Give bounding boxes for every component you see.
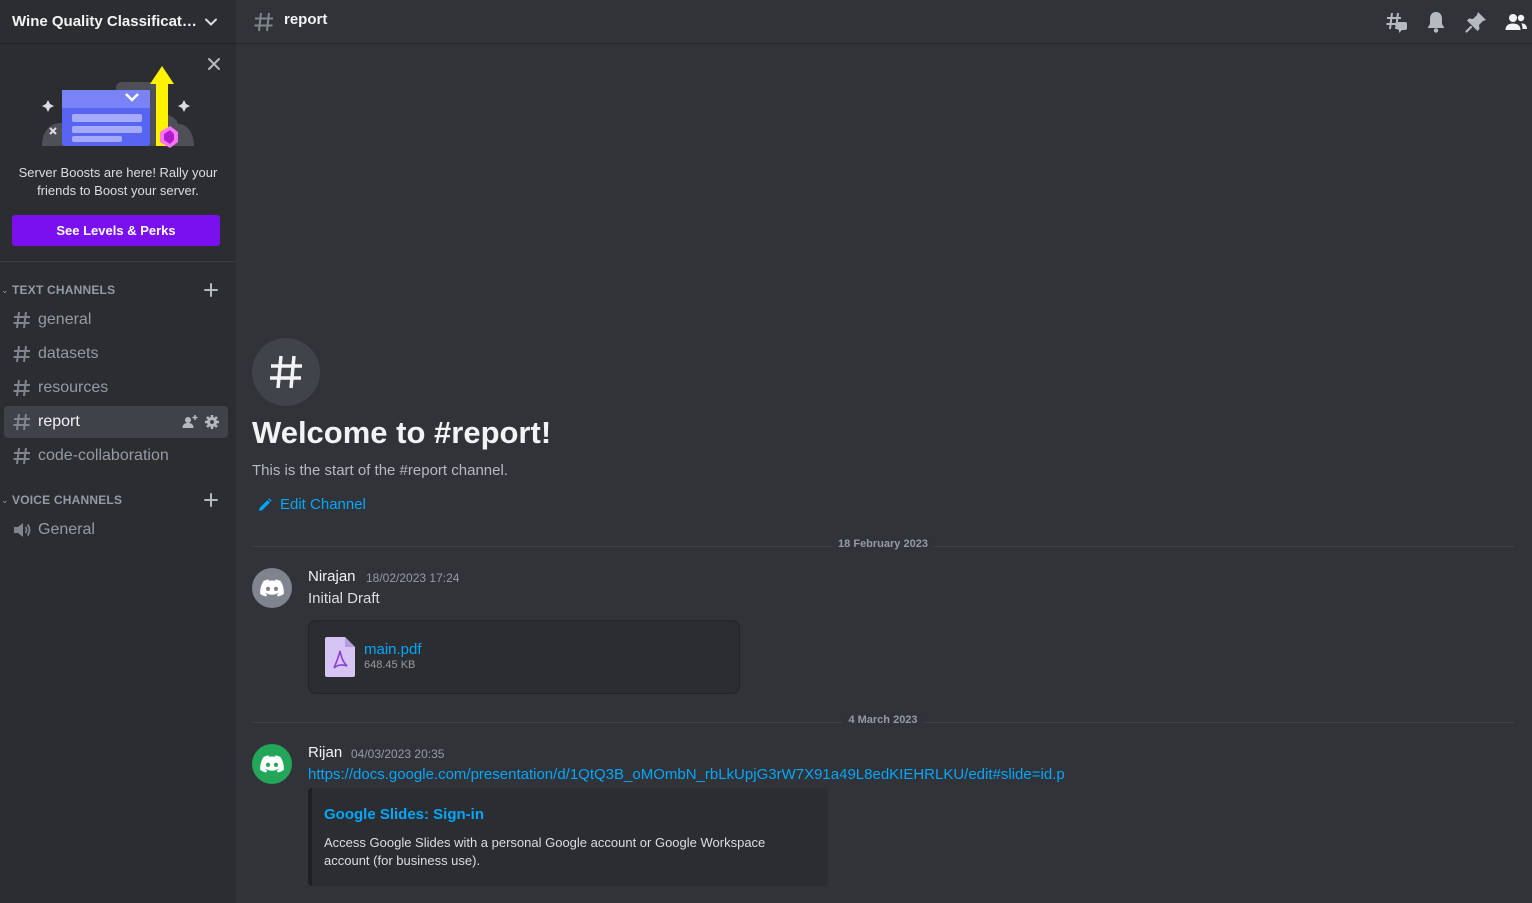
- speaker-icon: [14, 523, 31, 537]
- hashtag-icon: [13, 345, 30, 363]
- channel-label: general: [38, 311, 92, 328]
- message-author[interactable]: Nirajan: [308, 568, 356, 585]
- embed-description: Access Google Slides with a personal Goo…: [324, 835, 766, 868]
- pin-icon[interactable]: [1464, 10, 1488, 34]
- boost-illustration: [42, 66, 194, 148]
- date-divider-label: 18 February 2023: [832, 538, 934, 550]
- edit-channel-label: Edit Channel: [280, 496, 366, 513]
- discord-logo-icon: [260, 579, 284, 597]
- close-icon[interactable]: [206, 56, 222, 72]
- pdf-file-icon: [325, 637, 355, 677]
- category-label: TEXT CHANNELS: [12, 283, 116, 297]
- link-embed: Google Slides: Sign-in Access Google Sli…: [308, 788, 828, 886]
- server-header[interactable]: Wine Quality Classificati...: [0, 0, 236, 44]
- avatar[interactable]: [252, 568, 292, 608]
- hashtag-icon: [13, 447, 30, 465]
- hashtag-icon: [13, 413, 30, 431]
- message-timestamp: 18/02/2023 17:24: [366, 571, 460, 585]
- channel-header: report: [236, 0, 1532, 44]
- chevron-down-icon: ⌄: [1, 495, 9, 505]
- channel-sidebar: Wine Quality Classificati... Server Boos…: [0, 0, 236, 903]
- see-levels-perks-button[interactable]: See Levels & Perks: [12, 215, 220, 246]
- attachment-size: 648.45 KB: [364, 659, 416, 671]
- channel-actions: [182, 414, 220, 430]
- hashtag-icon: [270, 355, 302, 389]
- welcome-subtitle: This is the start of the #report channel…: [252, 462, 508, 479]
- channel-datasets[interactable]: datasets: [4, 338, 228, 370]
- channel-label: General: [38, 521, 95, 538]
- member-list-icon[interactable]: [1504, 10, 1528, 34]
- threads-icon[interactable]: [1384, 10, 1408, 34]
- category-voice-channels[interactable]: ⌄ VOICE CHANNELS: [0, 490, 236, 510]
- embed-title[interactable]: Google Slides: Sign-in: [324, 806, 484, 823]
- hashtag-icon: [13, 379, 30, 397]
- channel-label: report: [38, 413, 80, 430]
- file-attachment: main.pdf 648.45 KB: [308, 620, 740, 694]
- attachment-filename[interactable]: main.pdf: [364, 641, 422, 658]
- pencil-icon: [259, 497, 272, 511]
- channel-welcome-icon: [252, 338, 320, 406]
- add-channel-icon[interactable]: [203, 492, 219, 508]
- add-channel-icon[interactable]: [203, 282, 219, 298]
- channel-code-collaboration[interactable]: code-collaboration: [4, 440, 228, 472]
- invite-user-icon[interactable]: [182, 414, 198, 430]
- message-timestamp: 04/03/2023 20:35: [351, 747, 445, 761]
- bell-icon[interactable]: [1424, 10, 1448, 34]
- hashtag-icon: [254, 12, 273, 32]
- channel-resources[interactable]: resources: [4, 372, 228, 404]
- channel-label: code-collaboration: [38, 447, 169, 464]
- date-divider: 4 March 2023: [252, 714, 1514, 726]
- chevron-down-icon: [205, 18, 217, 26]
- category-label: VOICE CHANNELS: [12, 493, 123, 507]
- boost-description: Server Boosts are here! Rally your frien…: [18, 165, 218, 198]
- category-text-channels[interactable]: ⌄ TEXT CHANNELS: [0, 280, 236, 300]
- server-name: Wine Quality Classificati...: [12, 13, 198, 30]
- channel-report[interactable]: report: [4, 406, 228, 438]
- message-text: Initial Draft: [308, 590, 380, 607]
- message-author[interactable]: Rijan: [308, 744, 342, 761]
- gear-icon[interactable]: [204, 414, 220, 430]
- channel-label: resources: [38, 379, 109, 396]
- date-divider: 18 February 2023: [252, 538, 1514, 550]
- welcome-title: Welcome to #report!: [252, 415, 552, 450]
- channel-title: report: [284, 11, 328, 28]
- chevron-down-icon: ⌄: [1, 285, 9, 295]
- server-boost-promo: Server Boosts are here! Rally your frien…: [0, 44, 236, 262]
- header-toolbar: [1384, 10, 1532, 34]
- channel-label: datasets: [38, 345, 99, 362]
- channel-general[interactable]: general: [4, 304, 228, 336]
- message-link[interactable]: https://docs.google.com/presentation/d/1…: [308, 766, 1065, 783]
- avatar[interactable]: [252, 744, 292, 784]
- edit-channel-link[interactable]: Edit Channel: [258, 496, 366, 513]
- voice-channel-general[interactable]: General: [4, 514, 228, 546]
- discord-app: Wine Quality Classificati... Server Boos…: [0, 0, 1532, 903]
- date-divider-label: 4 March 2023: [842, 714, 924, 726]
- discord-logo-icon: [260, 755, 284, 773]
- hashtag-icon: [13, 311, 30, 329]
